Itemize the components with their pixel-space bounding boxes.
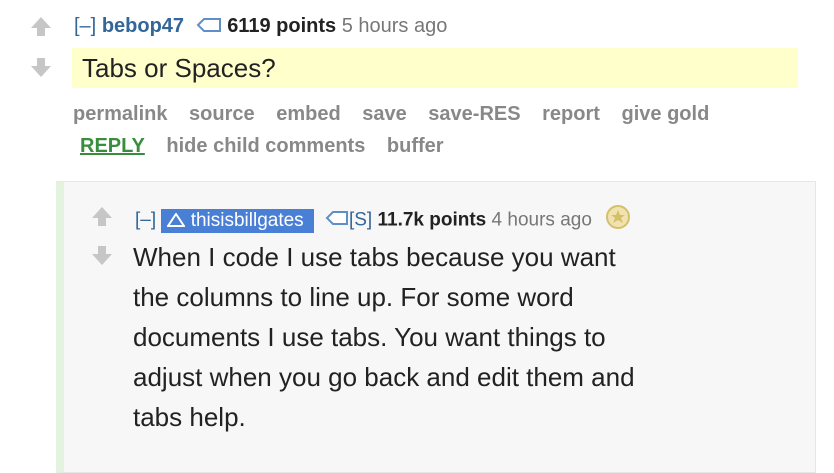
embed-link[interactable]: embed: [276, 103, 340, 125]
body-line: documents I use tabs. You want things to: [133, 322, 606, 352]
down-arrow-head: [92, 254, 112, 265]
down-arrow-head: [31, 66, 51, 77]
parent-author-link[interactable]: bebop47: [102, 15, 184, 37]
up-arrow-stem: [37, 28, 45, 36]
up-arrow-stem: [98, 218, 106, 226]
parent-upvote-arrow-icon[interactable]: [31, 17, 51, 37]
child-submitter-tag: [S]: [348, 209, 373, 231]
save-res-link[interactable]: save-RES: [428, 103, 520, 125]
gilded-icon: [605, 204, 631, 237]
report-link[interactable]: report: [542, 103, 600, 125]
child-author-flair[interactable]: thisisbillgates: [161, 208, 314, 233]
parent-comment-body: Tabs or Spaces?: [82, 53, 276, 83]
child-downvote-arrow-icon[interactable]: [92, 246, 112, 266]
child-tagline: [–] thisisbillgates [S] 11.7k points 4 h…: [135, 204, 631, 237]
child-upvote-arrow-icon[interactable]: [92, 207, 112, 227]
child-timestamp: 4 hours ago: [491, 209, 592, 231]
body-line: tabs help.: [133, 402, 246, 432]
body-line: adjust when you go back and edit them an…: [133, 362, 635, 392]
permalink-link[interactable]: permalink: [73, 103, 167, 125]
tag-icon[interactable]: [325, 209, 349, 233]
child-comment-body: When I code I use tabs because you want …: [133, 241, 635, 441]
up-arrow-head: [31, 17, 51, 28]
down-arrow-stem: [37, 58, 45, 66]
parent-tagline: [–] bebop47 6119 points 5 hours ago: [74, 14, 447, 39]
save-link[interactable]: save: [362, 103, 407, 125]
admin-triangle-icon: [166, 211, 187, 227]
down-arrow-stem: [98, 246, 106, 254]
body-line: the columns to line up. For some word: [133, 282, 574, 312]
child-author-link[interactable]: thisisbillgates: [191, 210, 304, 231]
parent-collapse-button[interactable]: [–]: [74, 15, 96, 37]
parent-actions-row2: REPLY hide child comments buffer: [80, 135, 460, 158]
parent-timestamp: 5 hours ago: [341, 15, 448, 37]
hide-child-comments-link[interactable]: hide child comments: [166, 135, 365, 157]
child-collapse-button[interactable]: [–]: [135, 210, 156, 231]
tag-icon[interactable]: [196, 15, 222, 39]
up-arrow-head: [92, 207, 112, 218]
give-gold-link[interactable]: give gold: [622, 103, 710, 125]
child-score: 11.7k points: [377, 209, 487, 231]
parent-actions: permalink source embed save save-RES rep…: [73, 103, 725, 126]
buffer-link[interactable]: buffer: [387, 135, 444, 157]
parent-downvote-arrow-icon[interactable]: [31, 58, 51, 78]
parent-score: 6119 points: [227, 15, 337, 37]
reply-button[interactable]: REPLY: [80, 135, 145, 157]
source-link[interactable]: source: [189, 103, 255, 125]
body-line: When I code I use tabs because you want: [133, 242, 616, 272]
